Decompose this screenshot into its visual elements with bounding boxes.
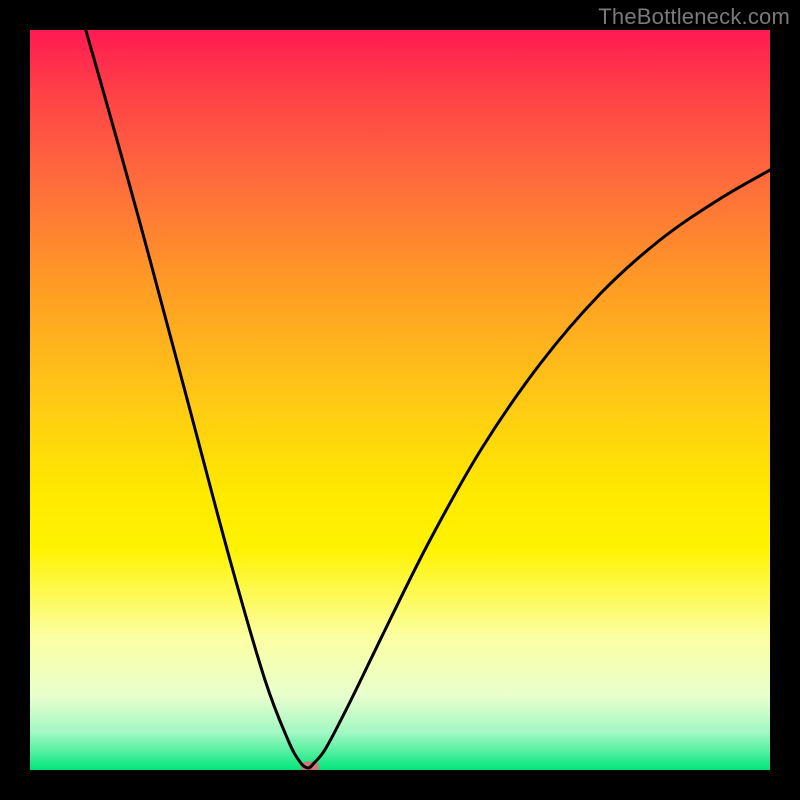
plot-area: [30, 30, 770, 770]
curve-path: [80, 30, 770, 768]
watermark-text: TheBottleneck.com: [598, 4, 790, 30]
bottleneck-curve: [30, 30, 770, 770]
chart-frame: TheBottleneck.com: [0, 0, 800, 800]
